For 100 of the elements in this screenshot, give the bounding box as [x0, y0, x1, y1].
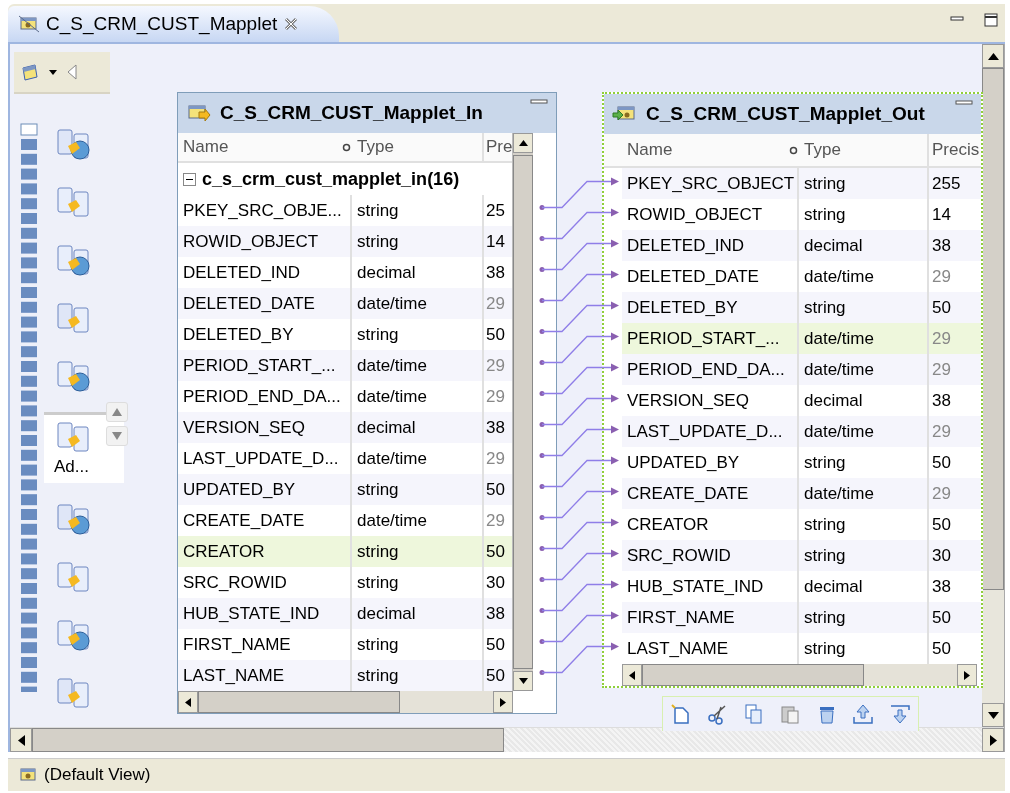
table-cell: ROWID_OBJECT	[178, 226, 352, 257]
table-cell-text: 14	[485, 230, 506, 253]
table-cell-text: 14	[931, 203, 952, 226]
table-cell: PERIOD_START_...	[178, 350, 352, 381]
scroll-down-button[interactable]	[106, 426, 128, 446]
table-cell: PERIOD_END_DA...	[622, 354, 799, 385]
right-arrow-icon	[989, 734, 997, 746]
port-row[interactable]: PKEY_SRC_OBJECT string 255	[622, 168, 981, 199]
column-header[interactable]: Type	[799, 134, 929, 166]
left-arrow-icon	[185, 697, 191, 707]
port-row[interactable]: DELETED_BY string 50	[622, 292, 981, 323]
table-cell-text: 30	[931, 544, 952, 567]
minimize-icon[interactable]	[530, 99, 548, 107]
editor-tab[interactable]: C_S_CRM_CUST_Mapplet	[8, 6, 340, 42]
table-cell: DELETED_IND	[622, 230, 799, 261]
port-row[interactable]: FIRST_NAME string 50	[622, 602, 981, 633]
table-cell-text: 50	[485, 323, 506, 346]
down-arrow-icon	[987, 711, 999, 719]
table-cell: SRC_ROWID	[622, 540, 799, 571]
table-cell-text: 38	[931, 234, 952, 257]
port-row[interactable]: LAST_NAME string 50	[178, 660, 512, 691]
up-arrow-icon	[852, 703, 875, 725]
column-header[interactable]: Pre	[484, 133, 512, 161]
port-row[interactable]: PERIOD_START_... date/time 29	[622, 323, 981, 354]
table-cell: DELETED_DATE	[178, 288, 352, 319]
collapse-toggle-icon[interactable]	[183, 172, 196, 186]
paste-icon	[779, 703, 802, 725]
table-cell-text: 30	[485, 571, 506, 594]
port-row[interactable]: LAST_UPDATE_D... date/time 29	[622, 416, 981, 447]
table-cell: string	[799, 602, 929, 633]
table-cell-text: 38	[485, 416, 506, 439]
table-cell-text: 50	[485, 478, 506, 501]
column-header[interactable]: Name	[622, 134, 789, 166]
minimize-icon[interactable]	[955, 100, 973, 108]
table-cell-text: 38	[931, 389, 952, 412]
collapse-arrow-icon[interactable]	[66, 62, 78, 82]
column-header[interactable]: Precis	[929, 134, 981, 166]
table-cell-text: 29	[485, 354, 506, 377]
dropdown-caret-icon[interactable]	[48, 68, 58, 76]
palette-item[interactable]: Ad...	[44, 412, 124, 483]
up-arrow-icon	[518, 140, 528, 146]
right-arrow-icon	[964, 670, 970, 680]
table-cell: HUB_STATE_IND	[178, 598, 352, 629]
table-cell-text: 38	[485, 261, 506, 284]
view-label[interactable]: (Default View)	[44, 765, 151, 785]
scroll-up-button[interactable]	[106, 402, 128, 422]
table-cell-text: 29	[931, 358, 952, 381]
table-cell: decimal	[352, 412, 484, 443]
port-row[interactable]: CREATOR string 50	[178, 536, 512, 567]
table-cell-text: 50	[485, 540, 506, 563]
up-arrow-icon	[987, 52, 999, 60]
vertical-scrollbar[interactable]	[982, 44, 1004, 727]
port-row[interactable]: DELETED_IND decimal 38	[622, 230, 981, 261]
port-row[interactable]: HUB_STATE_IND decimal 38	[178, 598, 512, 629]
table-cell-text: 50	[931, 637, 952, 660]
view-icon	[18, 767, 38, 783]
table-cell: date/time	[799, 478, 929, 509]
port-row[interactable]: PERIOD_END_DA... date/time 29	[622, 354, 981, 385]
down-arrow-icon	[111, 431, 123, 441]
table-cell: CREATOR	[178, 536, 352, 567]
table-cell-text: 29	[931, 265, 952, 288]
table-cell: date/time	[352, 288, 484, 319]
port-row[interactable]: SRC_ROWID string 30	[622, 540, 981, 571]
table-cell-text: 50	[485, 664, 506, 687]
table-cell: VERSION_SEQ	[178, 412, 352, 443]
table-cell: FIRST_NAME	[622, 602, 799, 633]
vertical-scrollbar[interactable]	[512, 133, 533, 691]
horizontal-scrollbar[interactable]	[178, 691, 513, 713]
table-cell-text: 29	[931, 327, 952, 350]
table-cell: UPDATED_BY	[178, 474, 352, 505]
table-cell-text: 38	[485, 602, 506, 625]
group-count: (16)	[427, 168, 460, 190]
table-cell-text: 29	[931, 420, 952, 443]
table-cell-text: 255	[931, 172, 962, 195]
down-arrow-icon	[888, 703, 911, 725]
port-row[interactable]: VERSION_SEQ decimal 38	[178, 412, 512, 443]
up-arrow-icon	[111, 407, 123, 417]
table-cell: decimal	[799, 230, 929, 261]
port-row[interactable]: CREATE_DATE date/time 29	[622, 478, 981, 509]
table-cell-text: 50	[931, 606, 952, 629]
table-cell-text: 25	[485, 199, 506, 222]
column-header[interactable]: Name	[178, 133, 342, 161]
table-cell-text: 29	[485, 292, 506, 315]
table-cell: decimal	[352, 598, 484, 629]
port-row[interactable]: PERIOD_START_... date/time 29	[178, 350, 512, 381]
move-up-button[interactable]	[851, 702, 876, 726]
tab-title: C_S_CRM_CUST_Mapplet	[46, 13, 278, 35]
maximize-icon[interactable]	[983, 12, 999, 28]
table-cell: date/time	[799, 354, 929, 385]
port-row[interactable]: DELETED_DATE date/time 29	[178, 288, 512, 319]
port-row[interactable]: UPDATED_BY string 50	[178, 474, 512, 505]
table-cell: string	[352, 474, 484, 505]
column-header[interactable]: Type	[352, 133, 484, 161]
table-cell-text: 50	[485, 633, 506, 656]
close-icon[interactable]	[283, 16, 300, 32]
horizontal-scrollbar[interactable]	[10, 727, 1004, 752]
table-cell-text: 29	[485, 447, 506, 470]
port-row[interactable]: ROWID_OBJECT string 14	[178, 226, 512, 257]
table-cell-text: 29	[485, 385, 506, 408]
horizontal-scrollbar[interactable]	[622, 664, 977, 686]
